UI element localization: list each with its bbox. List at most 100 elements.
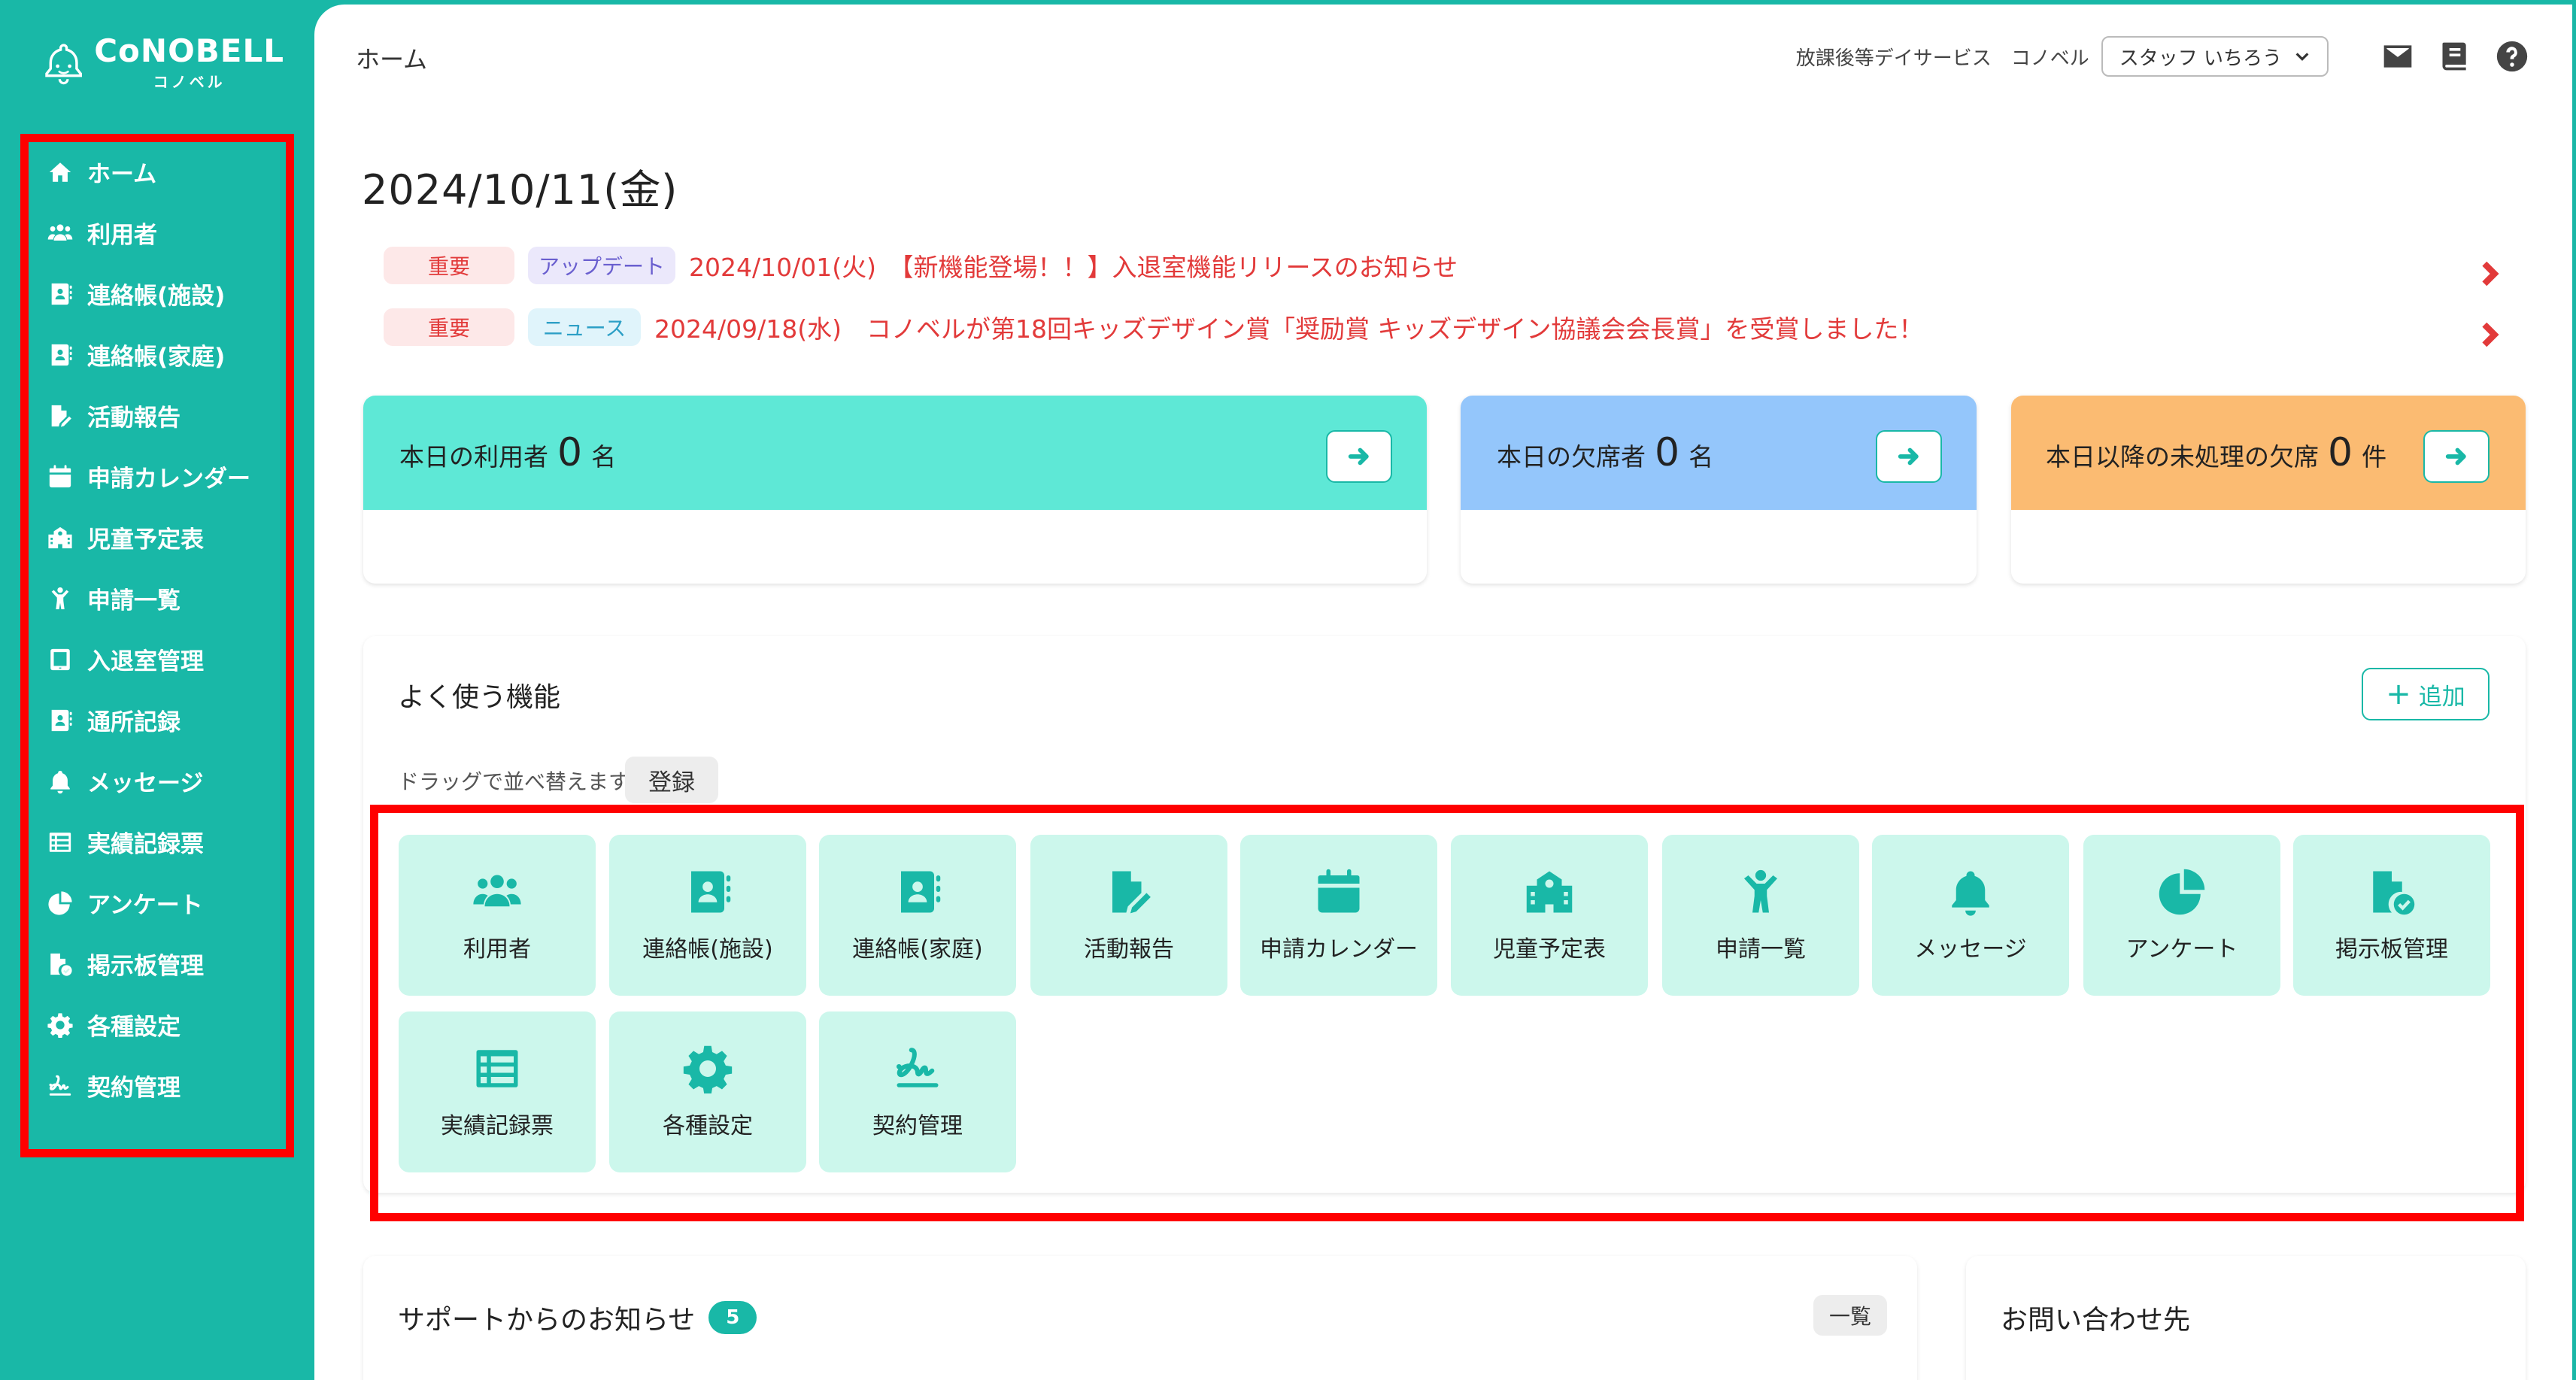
sidebar-item-survey[interactable]: アンケート (45, 872, 286, 933)
news-text[interactable]: 2024/09/18(水) コノベルが第18回キッズデザイン賞「奨励賞 キッズデ… (654, 309, 1923, 345)
stat-label: 本日の欠席者 (1497, 442, 1646, 472)
sidebar-item-label: 契約管理 (87, 1075, 181, 1102)
sidebar-item-entry-exit[interactable]: 入退室管理 (45, 629, 286, 690)
drag-hint: ドラッグで並べ替えます。 (398, 769, 649, 794)
go-arrow-button[interactable] (2423, 430, 2490, 483)
register-button[interactable]: 登録 (625, 757, 718, 803)
stat-value: 0 (557, 430, 583, 475)
plus-icon: + (2386, 677, 2411, 711)
favorites-highlight-box (370, 805, 2524, 1221)
header-actions: 放課後等デイサービス コノベル スタッフ いちろう (1796, 36, 2529, 77)
list-button[interactable]: 一覧 (1813, 1295, 1887, 1336)
stat-value: 0 (1655, 430, 1680, 475)
brand-sub: コノベル (153, 72, 226, 91)
gear-icon (45, 1010, 75, 1040)
sidebar-item-users[interactable]: 利用者 (45, 202, 286, 263)
manual-book-icon[interactable] (2438, 40, 2471, 73)
user-name: スタッフ いちろう (2119, 47, 2282, 70)
sidebar-item-request-list[interactable]: 申請一覧 (45, 568, 286, 629)
sidebar-item-label: 活動報告 (87, 405, 181, 432)
sidebar-item-label: 通所記録 (87, 709, 181, 736)
sidebar-item-messages[interactable]: メッセージ (45, 751, 286, 811)
file-edit-icon (45, 401, 75, 431)
category-badge: ニュース (528, 308, 641, 346)
arrow-right-icon (1346, 444, 1372, 469)
arrow-right-icon (2444, 444, 2469, 469)
current-date: 2024/10/11(金) (362, 166, 678, 214)
sidebar-item-activity-report[interactable]: 活動報告 (45, 385, 286, 446)
school-icon (45, 523, 75, 553)
go-arrow-button[interactable] (1876, 430, 1942, 483)
page-title: ホーム (356, 45, 428, 74)
contact-book-icon (45, 340, 75, 370)
sidebar-item-label: メッセージ (87, 770, 204, 797)
importance-badge: 重要 (384, 308, 514, 346)
sidebar-item-home[interactable]: ホーム (45, 141, 286, 202)
contact-card: お問い合わせ先 (1966, 1256, 2526, 1380)
stat-card-today-users: 本日の利用者 0 名 (363, 396, 1427, 584)
chevron-right-icon[interactable] (2474, 259, 2505, 289)
tablet-icon (45, 645, 75, 675)
sidebar: CoNOBELL コノベル ホーム 利用者 連絡帳(施設) 連絡帳(家庭) 活動… (0, 0, 314, 1380)
help-icon[interactable] (2496, 40, 2529, 73)
chevron-down-icon (2295, 53, 2309, 61)
sidebar-item-settings[interactable]: 各種設定 (45, 994, 286, 1055)
importance-badge: 重要 (384, 247, 514, 284)
sidebar-item-label: 申請カレンダー (87, 466, 250, 493)
header: ホーム 放課後等デイサービス コノベル スタッフ いちろう (314, 5, 2572, 110)
calendar-icon (45, 462, 75, 492)
contact-book-icon (45, 705, 75, 735)
news-item[interactable]: 重要 アップデート 2024/10/01(火) 【新機能登場！！】入退室機能リリ… (384, 245, 2505, 289)
brand-name: CoNOBELL (94, 32, 284, 69)
support-news-card: サポートからのお知らせ 5 一覧 (363, 1256, 1917, 1380)
sidebar-item-label: 実績記録票 (87, 831, 204, 858)
go-arrow-button[interactable] (1326, 430, 1392, 483)
company-name: コノベル (2010, 47, 2089, 70)
sidebar-item-label: アンケート (87, 892, 203, 919)
sidebar-item-attendance-record[interactable]: 通所記録 (45, 690, 286, 751)
add-favorite-button[interactable]: + 追加 (2362, 668, 2490, 720)
sidebar-item-request-calendar[interactable]: 申請カレンダー (45, 446, 286, 507)
sidebar-item-contracts[interactable]: 契約管理 (45, 1055, 286, 1116)
users-icon (45, 218, 75, 248)
sidebar-item-child-schedule[interactable]: 児童予定表 (45, 507, 286, 568)
sidebar-item-label: 入退室管理 (87, 648, 204, 675)
news-text[interactable]: 2024/10/01(火) 【新機能登場！！】入退室機能リリースのお知らせ (689, 247, 1458, 284)
sidebar-item-performance-record[interactable]: 実績記録票 (45, 811, 286, 872)
sidebar-item-label: 各種設定 (87, 1014, 181, 1041)
stat-card-today-absent: 本日の欠席者 0 名 (1461, 396, 1977, 584)
pie-chart-icon (45, 888, 75, 918)
contact-book-icon (45, 279, 75, 309)
brand-logo[interactable]: CoNOBELL コノベル (44, 33, 284, 93)
sidebar-item-label: 掲示板管理 (87, 953, 204, 980)
sidebar-item-label: 利用者 (87, 222, 157, 249)
stat-card-pending-absence: 本日以降の未処理の欠席 0 件 (2011, 396, 2526, 584)
count-badge: 5 (708, 1301, 757, 1334)
sidebar-item-label: 連絡帳(施設) (87, 283, 226, 310)
support-news-title: サポートからのお知らせ (398, 1305, 696, 1336)
bell-icon (45, 766, 75, 796)
contact-title: お問い合わせ先 (2001, 1305, 2191, 1336)
list-icon (45, 827, 75, 857)
stat-unit: 件 (2362, 442, 2387, 472)
file-check-icon (45, 949, 75, 979)
arrow-right-icon (1896, 444, 1922, 469)
stat-label: 本日の利用者 (399, 442, 548, 472)
service-type: 放課後等デイサービス (1795, 47, 1992, 70)
stat-unit: 名 (591, 442, 617, 472)
category-badge: アップデート (528, 247, 675, 284)
sidebar-item-label: 連絡帳(家庭) (87, 344, 226, 371)
news-item[interactable]: 重要 ニュース 2024/09/18(水) コノベルが第18回キッズデザイン賞「… (384, 307, 2505, 347)
stat-value: 0 (2328, 430, 2353, 475)
user-select[interactable]: スタッフ いちろう (2101, 36, 2329, 77)
child-icon (45, 584, 75, 614)
sidebar-item-bulletin-board[interactable]: 掲示板管理 (45, 933, 286, 994)
home-icon (45, 157, 75, 187)
sidebar-item-contact-book-facility[interactable]: 連絡帳(施設) (45, 263, 286, 324)
sidebar-item-label: 申請一覧 (87, 587, 181, 614)
sidebar-item-label: 児童予定表 (87, 526, 204, 554)
mail-icon[interactable] (2381, 40, 2414, 73)
signature-icon (45, 1071, 75, 1101)
chevron-right-icon[interactable] (2474, 320, 2505, 350)
sidebar-item-contact-book-home[interactable]: 連絡帳(家庭) (45, 324, 286, 385)
